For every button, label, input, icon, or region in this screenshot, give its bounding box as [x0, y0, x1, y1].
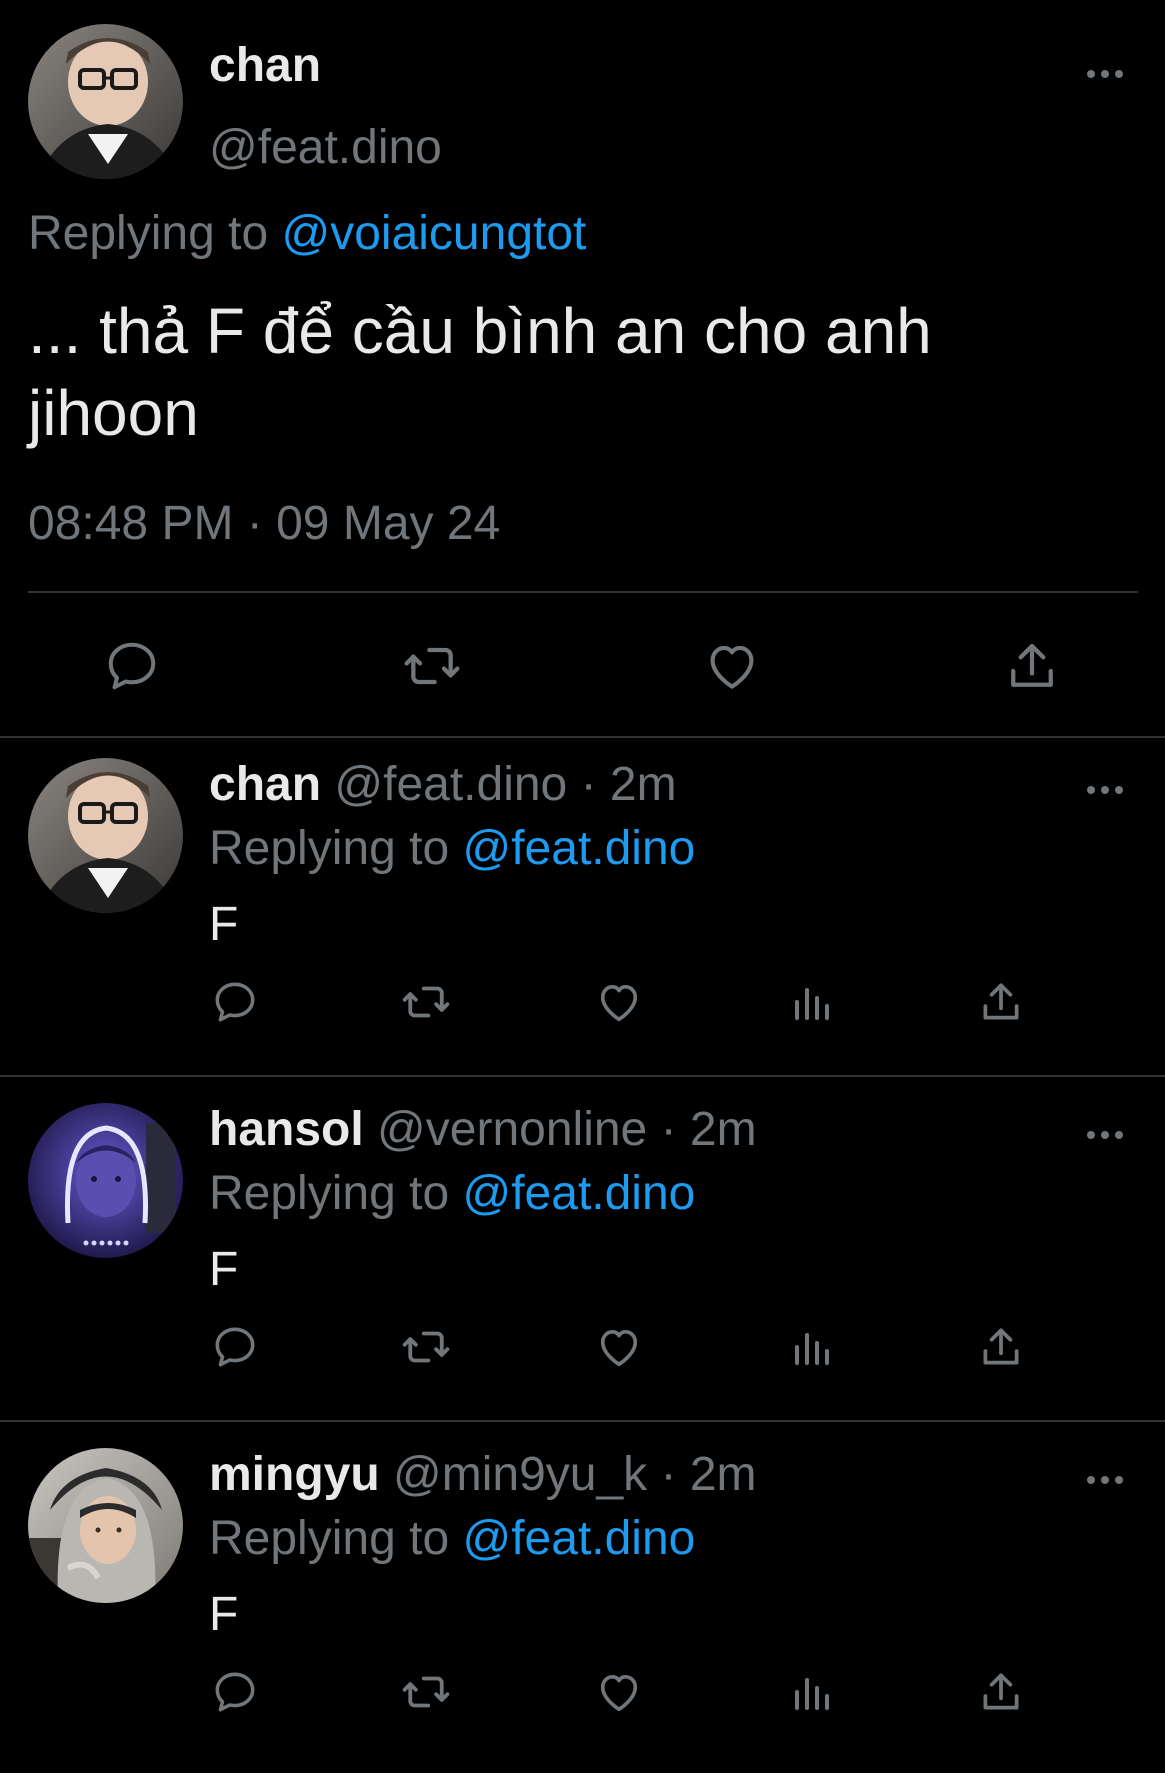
- author-handle[interactable]: @vernonline: [377, 1103, 647, 1156]
- mention-link[interactable]: @feat.dino: [462, 822, 695, 875]
- author-name[interactable]: chan: [209, 38, 321, 94]
- reply-time[interactable]: · 2m: [661, 1448, 757, 1501]
- reply-time[interactable]: · 2m: [581, 758, 677, 811]
- tweet-action-bar: [0, 970, 1165, 1034]
- avatar[interactable]: [28, 24, 183, 179]
- tweet-text: F: [209, 1588, 239, 1641]
- author-handle[interactable]: @min9yu_k: [393, 1448, 647, 1501]
- replying-to-label: Replying to: [28, 207, 269, 260]
- divider: [0, 1420, 1165, 1422]
- more-options-icon[interactable]: [1085, 774, 1125, 806]
- share-icon[interactable]: [969, 970, 1033, 1034]
- author-handle[interactable]: @feat.dino: [209, 120, 442, 176]
- tweet-text: F: [209, 1243, 239, 1296]
- mention-link[interactable]: @feat.dino: [462, 1167, 695, 1220]
- share-icon[interactable]: [992, 626, 1072, 706]
- reply-time[interactable]: · 2m: [661, 1103, 757, 1156]
- tweet-text: F: [209, 898, 239, 951]
- more-options-icon[interactable]: [1085, 1464, 1125, 1496]
- author-handle[interactable]: @feat.dino: [334, 758, 567, 811]
- like-icon[interactable]: [692, 626, 772, 706]
- reply-icon[interactable]: [203, 970, 267, 1034]
- reply-tweet[interactable]: hansol @vernonline · 2m Replying to @fea…: [0, 1083, 1165, 1428]
- reply-icon[interactable]: [92, 626, 172, 706]
- replying-to-line: Replying to @feat.dino: [209, 1165, 695, 1223]
- reply-tweet[interactable]: mingyu @min9yu_k · 2m Replying to @feat.…: [0, 1428, 1165, 1773]
- reply-header: mingyu @min9yu_k · 2m: [209, 1446, 757, 1504]
- replying-to-line: Replying to @feat.dino: [209, 820, 695, 878]
- retweet-icon[interactable]: [392, 626, 472, 706]
- avatar[interactable]: [28, 1448, 183, 1603]
- views-icon[interactable]: [779, 970, 843, 1034]
- author-name[interactable]: chan: [209, 758, 321, 811]
- tweet-action-bar: [0, 626, 1165, 706]
- author-name[interactable]: hansol: [209, 1103, 364, 1156]
- replying-to-label: Replying to: [209, 1167, 450, 1220]
- reply-icon[interactable]: [203, 1315, 267, 1379]
- mention-link[interactable]: @feat.dino: [462, 1512, 695, 1565]
- replying-to-line: Replying to @feat.dino: [209, 1510, 695, 1568]
- reply-header: chan @feat.dino · 2m: [209, 756, 677, 814]
- mention-link[interactable]: @voiaicungtot: [281, 207, 586, 260]
- views-icon[interactable]: [779, 1315, 843, 1379]
- share-icon[interactable]: [969, 1660, 1033, 1724]
- more-options-icon[interactable]: [1085, 1119, 1125, 1151]
- replying-to-label: Replying to: [209, 822, 450, 875]
- share-icon[interactable]: [969, 1315, 1033, 1379]
- author-name[interactable]: mingyu: [209, 1448, 380, 1501]
- divider: [0, 1075, 1165, 1077]
- retweet-icon[interactable]: [394, 1660, 458, 1724]
- replying-to-label: Replying to: [209, 1512, 450, 1565]
- like-icon[interactable]: [587, 970, 651, 1034]
- tweet-text: ... thả F để cầu bình an cho anh jihoon: [28, 295, 932, 449]
- like-icon[interactable]: [587, 1315, 651, 1379]
- replying-to-line: Replying to @voiaicungtot: [28, 205, 586, 263]
- tweet-action-bar: [0, 1660, 1165, 1724]
- avatar[interactable]: [28, 1103, 183, 1258]
- tweet-timestamp[interactable]: 08:48 PM · 09 May 24: [28, 495, 500, 553]
- reply-icon[interactable]: [203, 1660, 267, 1724]
- views-icon[interactable]: [779, 1660, 843, 1724]
- divider: [28, 591, 1138, 593]
- reply-tweet[interactable]: chan @feat.dino · 2m Replying to @feat.d…: [0, 738, 1165, 1083]
- tweet-action-bar: [0, 1315, 1165, 1379]
- like-icon[interactable]: [587, 1660, 651, 1724]
- avatar[interactable]: [28, 758, 183, 913]
- retweet-icon[interactable]: [394, 1315, 458, 1379]
- reply-header: hansol @vernonline · 2m: [209, 1101, 757, 1159]
- more-options-icon[interactable]: [1085, 58, 1125, 90]
- retweet-icon[interactable]: [394, 970, 458, 1034]
